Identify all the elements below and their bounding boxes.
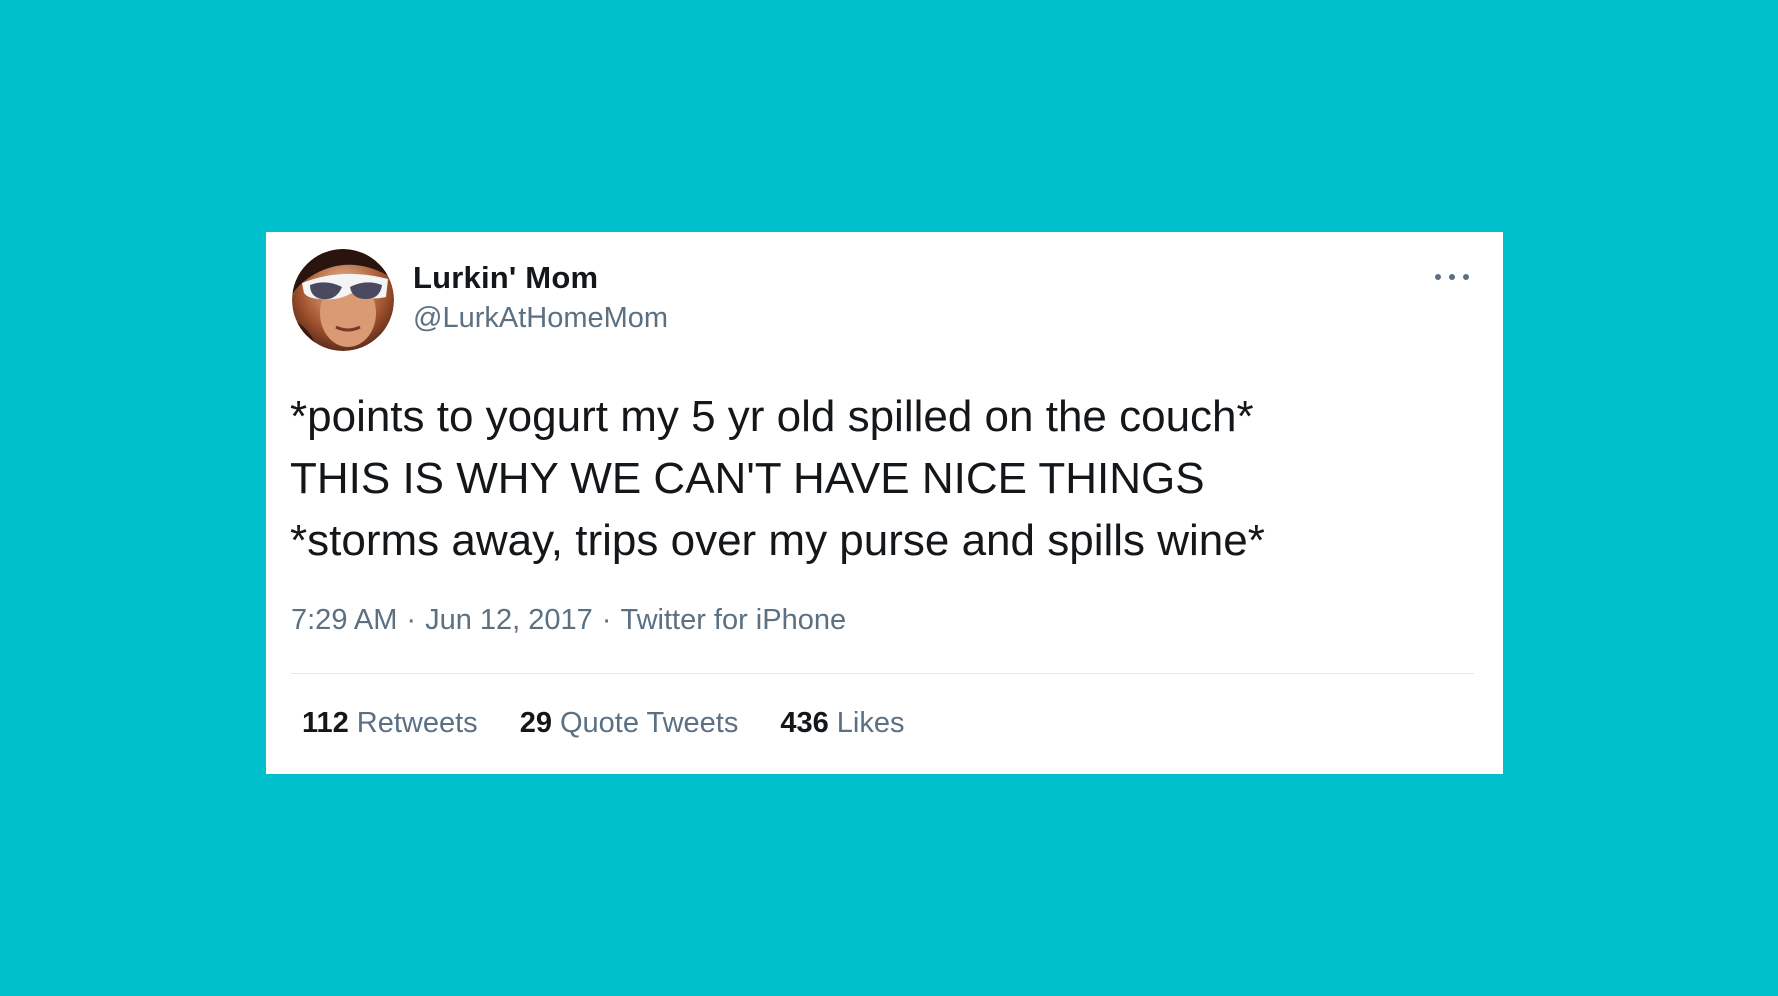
tweet-time[interactable]: 7:29 AM xyxy=(291,604,397,636)
avatar[interactable] xyxy=(292,249,394,351)
more-dot xyxy=(1449,274,1455,280)
quote-tweets-label: Quote Tweets xyxy=(559,707,739,739)
tweet-text-line: *storms away, trips over my purse and sp… xyxy=(290,516,1265,565)
tweet-stats: 112 Retweets 29 Quote Tweets 436 Likes xyxy=(302,707,946,740)
display-name[interactable]: Lurkin' Mom xyxy=(413,260,598,296)
tweet-source-link[interactable]: Twitter for iPhone xyxy=(620,604,846,636)
tweet-text-line: THIS IS WHY WE CAN'T HAVE NICE THINGS xyxy=(290,454,1205,503)
tweet-metadata: 7:29 AM · Jun 12, 2017 · Twitter for iPhone xyxy=(291,604,846,637)
quote-tweets-stat[interactable]: 29 Quote Tweets xyxy=(520,707,739,740)
divider xyxy=(291,673,1474,674)
quote-tweets-count: 29 xyxy=(519,707,552,739)
retweets-stat[interactable]: 112 Retweets xyxy=(302,707,478,740)
tweet-card: Lurkin' Mom @LurkAtHomeMom *points to yo… xyxy=(266,232,1503,774)
tweet-text: *points to yogurt my 5 yr old spilled on… xyxy=(290,386,1480,572)
retweets-label: Retweets xyxy=(356,707,478,739)
background: Lurkin' Mom @LurkAtHomeMom *points to yo… xyxy=(0,0,1778,996)
more-horizontal-icon[interactable] xyxy=(1435,272,1469,282)
more-dot xyxy=(1435,274,1441,280)
likes-count: 436 xyxy=(780,707,829,739)
more-dot xyxy=(1463,274,1469,280)
likes-label: Likes xyxy=(836,707,905,739)
tweet-date[interactable]: Jun 12, 2017 xyxy=(425,604,593,636)
separator: · xyxy=(406,604,417,636)
separator: · xyxy=(601,604,612,636)
retweets-count: 112 xyxy=(302,707,349,739)
avatar-image xyxy=(292,249,394,351)
tweet-text-line: *points to yogurt my 5 yr old spilled on… xyxy=(290,392,1254,441)
user-handle[interactable]: @LurkAtHomeMom xyxy=(413,302,668,335)
likes-stat[interactable]: 436 Likes xyxy=(780,707,904,740)
